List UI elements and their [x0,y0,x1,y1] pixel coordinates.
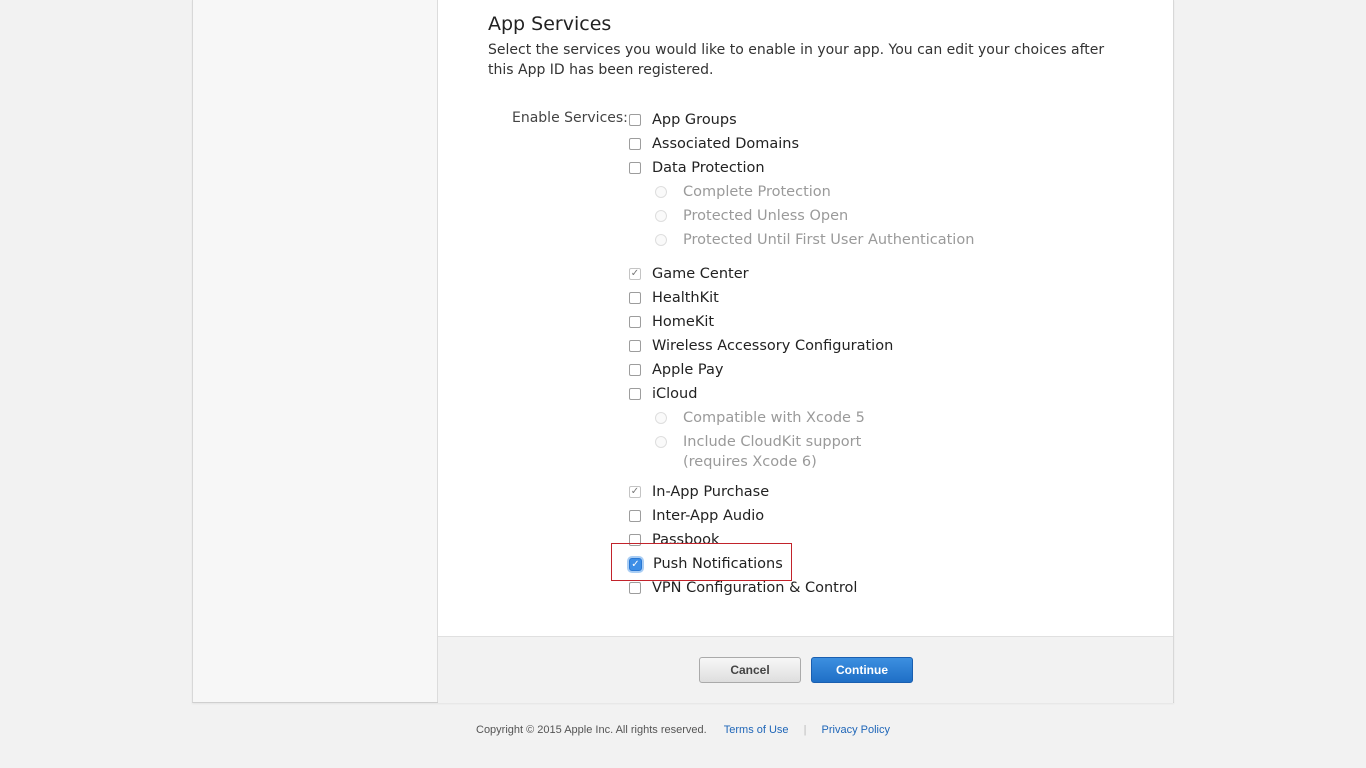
app-services-section: App Services Select the services you wou… [438,0,1173,636]
dp-unless-open-radio [655,210,667,222]
icloud-xcode5-radio [655,412,667,424]
service-associated-domains[interactable]: Associated Domains [629,134,799,154]
healthkit-checkbox[interactable] [629,292,641,304]
app-groups-label: App Groups [652,112,737,128]
dp-until-first-auth-label: Protected Until First User Authenticatio… [683,230,974,250]
push-notifications-label: Push Notifications [653,556,783,572]
service-data-protection[interactable]: Data Protection [629,158,765,178]
inter-app-audio-label: Inter-App Audio [652,508,764,524]
inter-app-audio-checkbox[interactable] [629,510,641,522]
passbook-label: Passbook [652,532,719,548]
copyright-text: Copyright © 2015 Apple Inc. All rights r… [476,724,707,736]
main-card: App Services Select the services you wou… [192,0,1174,703]
vpn-checkbox[interactable] [629,582,641,594]
wireless-accessory-checkbox[interactable] [629,340,641,352]
service-wireless-accessory[interactable]: Wireless Accessory Configuration [629,336,893,356]
icloud-checkbox[interactable] [629,388,641,400]
icloud-cloudkit-text: Include CloudKit support [683,434,861,450]
dp-complete-radio [655,186,667,198]
vpn-label: VPN Configuration & Control [652,580,857,596]
homekit-checkbox[interactable] [629,316,641,328]
in-app-purchase-checkbox: ✓ [629,486,641,498]
apple-pay-label: Apple Pay [652,362,723,378]
data-protection-label: Data Protection [652,160,765,176]
apple-pay-checkbox[interactable] [629,364,641,376]
push-notifications-checkbox[interactable]: ✓ [629,558,642,571]
section-title: App Services [488,13,611,35]
dp-until-first-auth-option: Protected Until First User Authenticatio… [655,230,974,250]
service-healthkit[interactable]: HealthKit [629,288,719,308]
icloud-cloudkit-radio [655,436,667,448]
icloud-cloudkit-label: Include CloudKit support (requires Xcode… [683,432,861,472]
sidebar [193,0,438,702]
dp-unless-open-label: Protected Unless Open [683,206,848,226]
homekit-label: HomeKit [652,314,714,330]
page-footer: Copyright © 2015 Apple Inc. All rights r… [0,724,1366,736]
app-groups-checkbox[interactable] [629,114,641,126]
icloud-xcode5-option: Compatible with Xcode 5 [655,408,865,428]
service-game-center: ✓ Game Center [629,264,749,284]
service-homekit[interactable]: HomeKit [629,312,714,332]
cancel-button[interactable]: Cancel [699,657,801,683]
data-protection-checkbox[interactable] [629,162,641,174]
terms-of-use-link[interactable]: Terms of Use [724,724,789,736]
game-center-checkbox: ✓ [629,268,641,280]
form-action-bar: Cancel Continue [438,636,1173,703]
dp-complete-option: Complete Protection [655,182,831,202]
healthkit-label: HealthKit [652,290,719,306]
icloud-cloudkit-option: Include CloudKit support (requires Xcode… [655,432,861,472]
in-app-purchase-label: In-App Purchase [652,484,769,500]
privacy-policy-link[interactable]: Privacy Policy [822,724,890,736]
service-in-app-purchase: ✓ In-App Purchase [629,482,769,502]
icloud-xcode5-label: Compatible with Xcode 5 [683,408,865,428]
continue-button[interactable]: Continue [811,657,913,683]
footer-separator: | [804,724,807,736]
service-app-groups[interactable]: App Groups [629,110,737,130]
game-center-label: Game Center [652,266,749,282]
service-vpn[interactable]: VPN Configuration & Control [629,578,857,598]
associated-domains-checkbox[interactable] [629,138,641,150]
dp-until-first-auth-radio [655,234,667,246]
associated-domains-label: Associated Domains [652,136,799,152]
enable-services-label: Enable Services: [512,110,628,126]
section-description: Select the services you would like to en… [488,40,1118,80]
dp-complete-label: Complete Protection [683,182,831,202]
passbook-checkbox[interactable] [629,534,641,546]
service-inter-app-audio[interactable]: Inter-App Audio [629,506,764,526]
service-passbook[interactable]: Passbook [629,530,719,550]
icloud-cloudkit-note: (requires Xcode 6) [683,454,817,470]
service-push-notifications[interactable]: ✓ Push Notifications [629,554,783,574]
service-icloud[interactable]: iCloud [629,384,697,404]
dp-unless-open-option: Protected Unless Open [655,206,848,226]
wireless-accessory-label: Wireless Accessory Configuration [652,338,893,354]
icloud-label: iCloud [652,386,697,402]
service-apple-pay[interactable]: Apple Pay [629,360,723,380]
